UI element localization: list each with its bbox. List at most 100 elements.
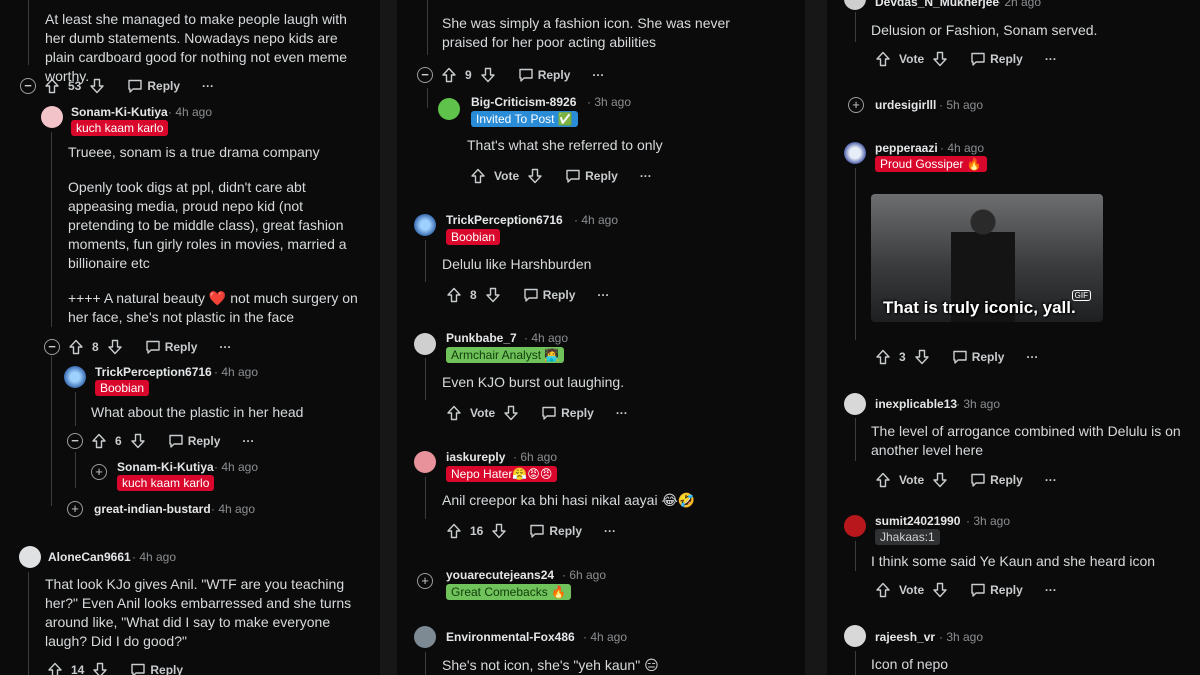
arrow-down-icon[interactable] xyxy=(932,582,948,598)
ellipsis-icon[interactable]: ··· xyxy=(242,434,254,448)
arrow-up-icon[interactable] xyxy=(446,405,462,421)
thread-line[interactable] xyxy=(855,651,856,675)
thread-line[interactable] xyxy=(425,358,426,400)
thread-line[interactable] xyxy=(855,541,856,571)
arrow-down-icon[interactable] xyxy=(485,287,501,303)
reply-button[interactable]: Reply xyxy=(952,349,1004,365)
thread-line[interactable] xyxy=(427,0,428,55)
arrow-down-icon[interactable] xyxy=(130,433,146,449)
avatar[interactable] xyxy=(844,0,866,10)
ellipsis-icon[interactable]: ··· xyxy=(604,524,616,538)
thread-line[interactable] xyxy=(28,0,29,65)
avatar[interactable] xyxy=(414,626,436,648)
username[interactable]: youarecutejeans24 xyxy=(446,568,554,582)
thread-line[interactable] xyxy=(75,452,76,488)
ellipsis-icon[interactable]: ··· xyxy=(1045,473,1057,487)
reply-button[interactable]: Reply xyxy=(523,287,575,303)
avatar[interactable] xyxy=(438,98,460,120)
avatar[interactable] xyxy=(414,333,436,355)
arrow-down-icon[interactable] xyxy=(932,51,948,67)
arrow-up-icon[interactable] xyxy=(875,582,891,598)
username[interactable]: TrickPerception6716 xyxy=(446,213,563,227)
minus-circle-icon[interactable]: − xyxy=(20,78,36,94)
thread-line[interactable] xyxy=(425,477,426,519)
vote-button[interactable]: Vote xyxy=(494,169,519,183)
reply-button[interactable]: Reply xyxy=(565,168,618,184)
username[interactable]: TrickPerception6716 xyxy=(95,365,212,379)
arrow-up-icon[interactable] xyxy=(875,472,891,488)
minus-circle-icon[interactable]: − xyxy=(67,433,83,449)
avatar[interactable] xyxy=(844,515,866,537)
avatar[interactable] xyxy=(41,106,63,128)
avatar[interactable] xyxy=(844,625,866,647)
arrow-up-icon[interactable] xyxy=(441,67,457,83)
arrow-up-icon[interactable] xyxy=(47,662,63,675)
reply-button[interactable]: Reply xyxy=(168,433,220,449)
arrow-down-icon[interactable] xyxy=(92,662,108,675)
username[interactable]: pepperaazi xyxy=(875,141,938,155)
username[interactable]: Sonam-Ki-Kutiya xyxy=(117,460,214,474)
arrow-up-icon[interactable] xyxy=(68,339,84,355)
avatar[interactable] xyxy=(64,366,86,388)
username[interactable]: urdesigirlll xyxy=(875,98,936,112)
arrow-up-icon[interactable] xyxy=(446,523,462,539)
thread-line[interactable] xyxy=(425,652,426,675)
avatar[interactable] xyxy=(414,214,436,236)
arrow-down-icon[interactable] xyxy=(527,168,543,184)
reply-button[interactable]: Reply xyxy=(970,582,1023,598)
arrow-down-icon[interactable] xyxy=(932,472,948,488)
username[interactable]: Environmental-Fox486 xyxy=(446,630,575,644)
reply-button[interactable]: Reply xyxy=(529,523,582,539)
arrow-down-icon[interactable] xyxy=(480,67,496,83)
reply-button[interactable]: Reply xyxy=(970,51,1023,67)
reply-button[interactable]: Reply xyxy=(130,662,183,675)
thread-line[interactable] xyxy=(855,168,856,340)
reply-button[interactable]: Reply xyxy=(970,472,1023,488)
arrow-down-icon[interactable] xyxy=(107,339,123,355)
ellipsis-icon[interactable]: ··· xyxy=(597,288,609,302)
arrow-down-icon[interactable] xyxy=(89,78,105,94)
username[interactable]: great-indian-bustard xyxy=(94,502,211,516)
vote-button[interactable]: Vote xyxy=(899,583,924,597)
ellipsis-icon[interactable]: ··· xyxy=(219,340,231,354)
arrow-up-icon[interactable] xyxy=(875,51,891,67)
arrow-down-icon[interactable] xyxy=(914,349,930,365)
reply-button[interactable]: Reply xyxy=(145,339,197,355)
vote-button[interactable]: Vote xyxy=(899,52,924,66)
arrow-up-icon[interactable] xyxy=(446,287,462,303)
thread-line[interactable] xyxy=(855,12,856,42)
avatar[interactable] xyxy=(844,393,866,415)
ellipsis-icon[interactable]: ··· xyxy=(202,79,214,93)
avatar[interactable] xyxy=(414,451,436,473)
reply-button[interactable]: Reply xyxy=(518,67,570,83)
plus-circle-icon[interactable]: + xyxy=(67,501,83,517)
thread-line[interactable] xyxy=(51,356,52,506)
vote-button[interactable]: Vote xyxy=(470,406,495,420)
username[interactable]: Punkbabe_7 xyxy=(446,331,517,345)
gif-image[interactable]: GIF That is truly iconic, yall. xyxy=(871,194,1103,322)
arrow-up-icon[interactable] xyxy=(470,168,486,184)
ellipsis-icon[interactable]: ··· xyxy=(1026,350,1038,364)
minus-circle-icon[interactable]: − xyxy=(417,67,433,83)
username[interactable]: rajeesh_vr xyxy=(875,630,935,644)
avatar[interactable] xyxy=(844,142,866,164)
thread-line[interactable] xyxy=(427,88,428,108)
ellipsis-icon[interactable]: ··· xyxy=(640,169,652,183)
username[interactable]: Big-Criticism-8926 xyxy=(471,95,576,109)
arrow-up-icon[interactable] xyxy=(44,78,60,94)
arrow-up-icon[interactable] xyxy=(875,349,891,365)
reply-button[interactable]: Reply xyxy=(541,405,594,421)
avatar[interactable] xyxy=(19,546,41,568)
username[interactable]: AloneCan9661 xyxy=(48,550,131,564)
thread-line[interactable] xyxy=(425,240,426,282)
vote-button[interactable]: Vote xyxy=(899,473,924,487)
username[interactable]: sumit24021990 xyxy=(875,514,960,528)
plus-circle-icon[interactable]: + xyxy=(417,573,433,589)
arrow-up-icon[interactable] xyxy=(91,433,107,449)
plus-circle-icon[interactable]: + xyxy=(91,464,107,480)
plus-circle-icon[interactable]: + xyxy=(848,97,864,113)
thread-line[interactable] xyxy=(75,392,76,426)
ellipsis-icon[interactable]: ··· xyxy=(1045,583,1057,597)
thread-line[interactable] xyxy=(855,418,856,461)
username[interactable]: iaskureply xyxy=(446,450,505,464)
